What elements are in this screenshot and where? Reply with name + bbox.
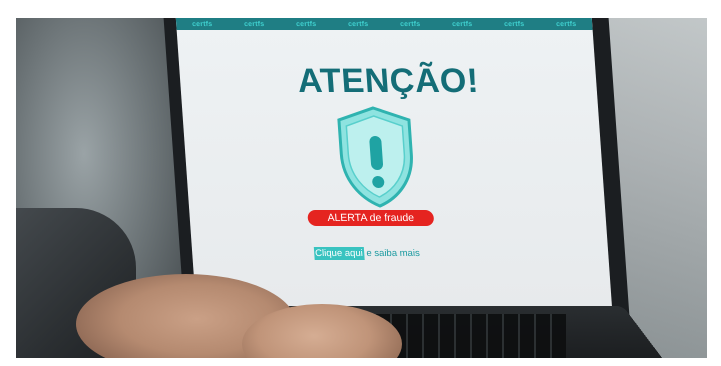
brand-strip: certfs certfs certfs certfs certfs certf… [175,18,593,30]
learn-more-link[interactable]: Clique aqui e saiba mais [313,247,421,260]
fraud-alert-badge: ALERTA de fraude [307,210,435,226]
click-here-link[interactable]: Clique aqui [313,247,365,260]
brand-logo-text: certfs [555,20,577,28]
learn-more-text: e saiba mais [363,248,421,259]
brand-logo-text: certfs [191,20,213,28]
brand-logo-text: certfs [399,20,421,28]
brand-logo-text: certfs [347,20,369,28]
brand-logo-text: certfs [503,20,525,28]
page-title: ATENÇÃO! [296,62,480,100]
brand-logo-text: certfs [243,20,265,28]
brand-logo-text: certfs [295,20,317,28]
laptop-screen: certfs certfs certfs certfs certfs certf… [175,18,613,310]
photo: certfs certfs certfs certfs certfs certf… [16,18,707,358]
shield-exclamation-icon [337,106,413,208]
brand-logo-text: certfs [451,20,473,28]
